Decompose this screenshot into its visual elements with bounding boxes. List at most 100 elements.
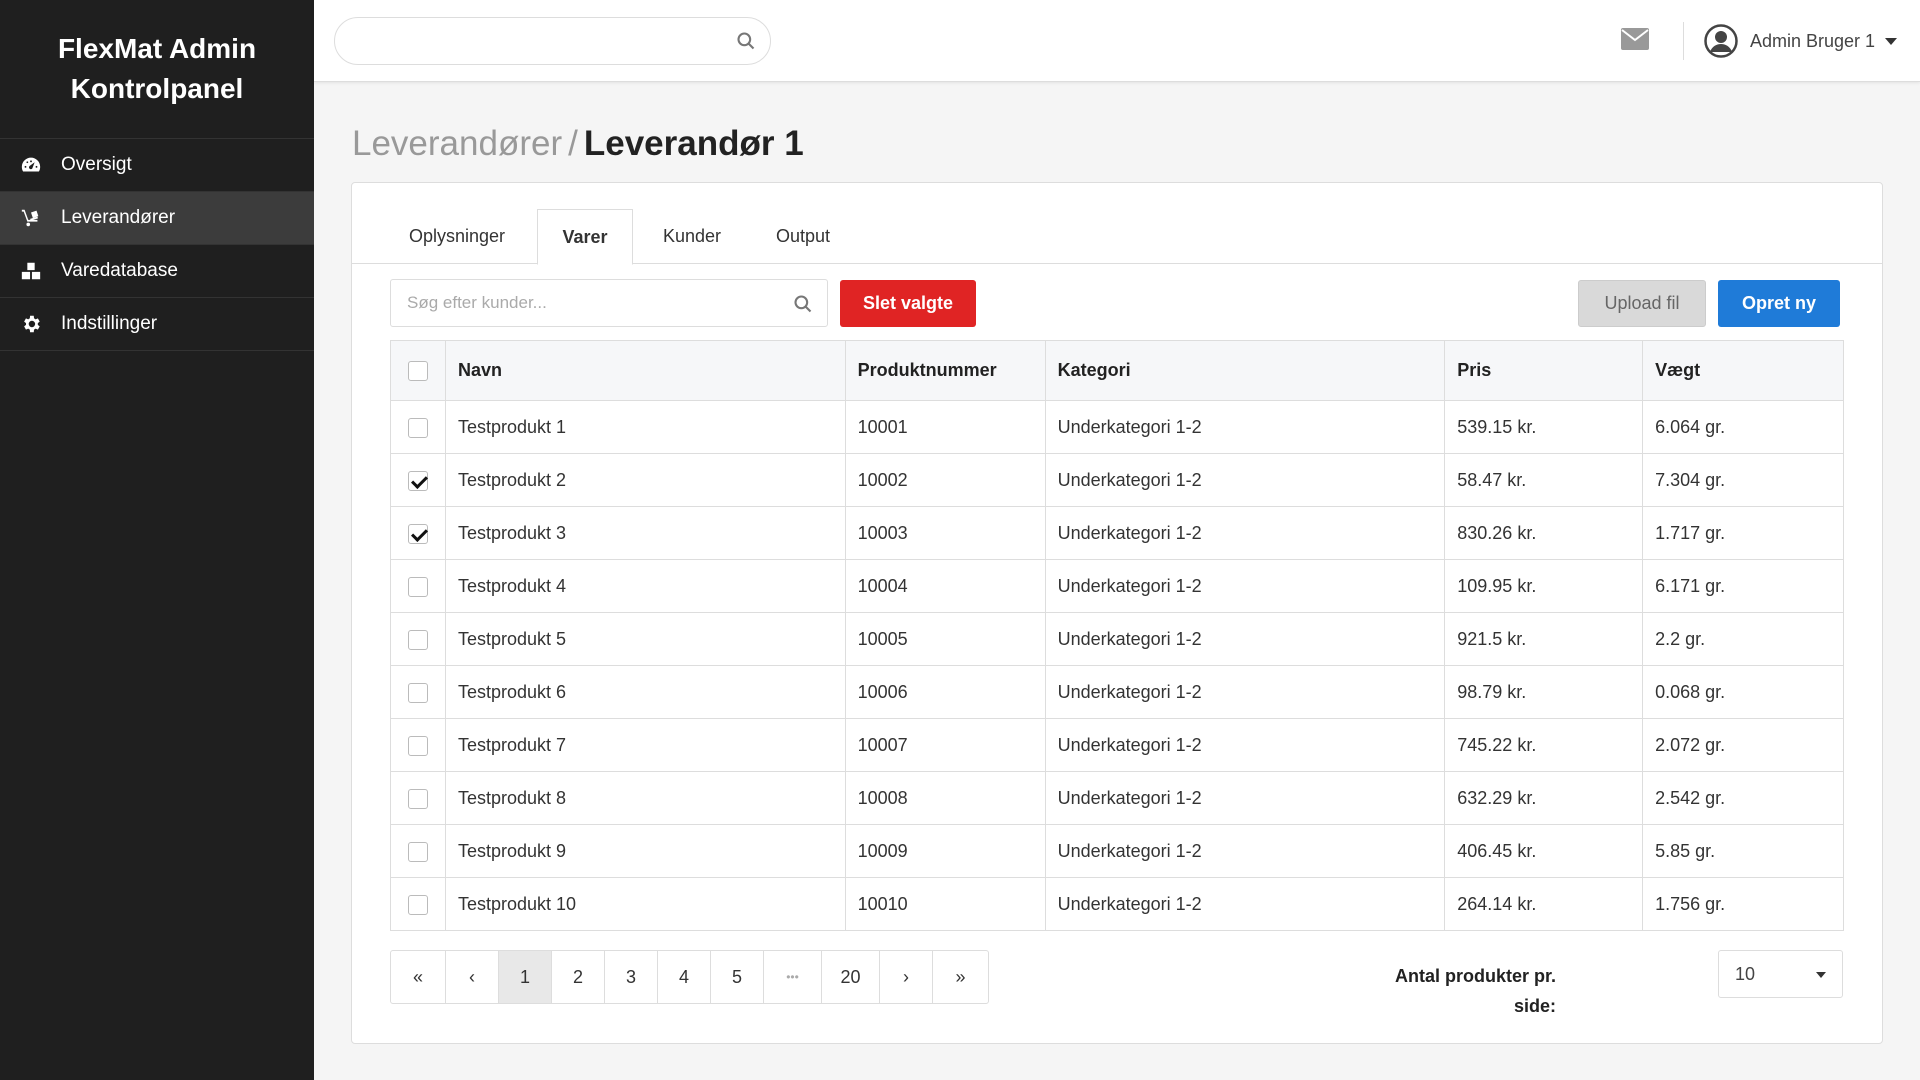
row-checkbox[interactable] [407, 735, 428, 756]
row-select-cell [390, 718, 446, 772]
pagination-ellipsis: ••• [764, 951, 822, 1003]
global-search-input[interactable] [353, 18, 733, 64]
supplier-card: Oplysninger Varer Kunder Output Slet val… [351, 182, 1883, 1044]
cell-weight: 0.068 gr. [1642, 665, 1844, 719]
table-row[interactable]: Testprodukt 8 10008 Underkategori 1-2 63… [390, 771, 1844, 825]
tab-varer[interactable]: Varer [537, 209, 633, 265]
cell-price: 406.45 kr. [1444, 824, 1644, 878]
cell-category: Underkategori 1-2 [1045, 665, 1446, 719]
cell-name: Testprodukt 9 [445, 824, 846, 878]
search-icon[interactable] [736, 31, 756, 51]
sidebar-item-varedatabase[interactable]: Varedatabase [0, 245, 314, 298]
row-checkbox[interactable] [407, 894, 428, 915]
delete-selected-button[interactable]: Slet valgte [840, 280, 976, 327]
table-row[interactable]: Testprodukt 1 10001 Underkategori 1-2 53… [390, 400, 1844, 454]
cell-price: 264.14 kr. [1444, 877, 1644, 931]
column-header-vaegt[interactable]: Vægt [1642, 340, 1844, 401]
sidebar-item-oversigt[interactable]: Oversigt [0, 139, 314, 192]
boxes-icon [20, 260, 42, 282]
row-checkbox[interactable] [407, 629, 428, 650]
search-icon[interactable] [793, 294, 813, 314]
row-checkbox[interactable] [407, 841, 428, 862]
tab-kunder[interactable]: Kunder [644, 209, 740, 264]
row-checkbox[interactable] [407, 470, 428, 491]
tab-output[interactable]: Output [755, 209, 851, 264]
row-checkbox[interactable] [407, 417, 428, 438]
table-row[interactable]: Testprodukt 4 10004 Underkategori 1-2 10… [390, 559, 1844, 613]
cell-price: 745.22 kr. [1444, 718, 1644, 772]
upload-file-button[interactable]: Upload fil [1578, 280, 1706, 327]
select-all-checkbox[interactable] [407, 361, 428, 382]
cell-category: Underkategori 1-2 [1045, 400, 1446, 454]
sidebar: FlexMat Admin Kontrolpanel Oversigt Leve… [0, 0, 314, 1080]
row-checkbox[interactable] [407, 576, 428, 597]
next-page-button[interactable]: › [880, 951, 933, 1003]
cell-number: 10010 [845, 877, 1046, 931]
mail-icon[interactable] [1621, 28, 1649, 50]
dolly-icon [20, 207, 42, 229]
table-row[interactable]: Testprodukt 2 10002 Underkategori 1-2 58… [390, 453, 1844, 507]
gear-icon [20, 313, 42, 335]
cell-weight: 5.85 gr. [1642, 824, 1844, 878]
cell-name: Testprodukt 8 [445, 771, 846, 825]
cell-number: 10005 [845, 612, 1046, 666]
page-button-5[interactable]: 5 [711, 951, 764, 1003]
cell-category: Underkategori 1-2 [1045, 877, 1446, 931]
last-page-button[interactable]: » [933, 951, 988, 1003]
cell-category: Underkategori 1-2 [1045, 771, 1446, 825]
per-page-value: 10 [1735, 963, 1756, 984]
pagination: « ‹ 1 2 3 4 5 ••• 20 › » [390, 950, 989, 1004]
sidebar-item-label: Indstillinger [61, 313, 158, 334]
page-button-2[interactable]: 2 [552, 951, 605, 1003]
cell-name: Testprodukt 6 [445, 665, 846, 719]
page-button-3[interactable]: 3 [605, 951, 658, 1003]
table-row[interactable]: Testprodukt 10 10010 Underkategori 1-2 2… [390, 877, 1844, 931]
sidebar-item-indstillinger[interactable]: Indstillinger [0, 298, 314, 351]
cell-price: 539.15 kr. [1444, 400, 1644, 454]
cell-price: 98.79 kr. [1444, 665, 1644, 719]
select-all-cell [390, 340, 446, 401]
cell-number: 10008 [845, 771, 1046, 825]
cell-number: 10009 [845, 824, 1046, 878]
sidebar-item-label: Leverandører [61, 207, 176, 228]
create-new-button[interactable]: Opret ny [1718, 280, 1840, 327]
cell-name: Testprodukt 1 [445, 400, 846, 454]
cell-price: 921.5 kr. [1444, 612, 1644, 666]
column-header-navn[interactable]: Navn [445, 340, 846, 401]
column-header-kategori[interactable]: Kategori [1045, 340, 1446, 401]
row-select-cell [390, 771, 446, 825]
table-row[interactable]: Testprodukt 5 10005 Underkategori 1-2 92… [390, 612, 1844, 666]
cell-category: Underkategori 1-2 [1045, 453, 1446, 507]
sidebar-item-label: Varedatabase [61, 260, 178, 281]
first-page-button[interactable]: « [391, 951, 446, 1003]
user-menu[interactable]: Admin Bruger 1 [1704, 22, 1898, 60]
row-select-cell [390, 559, 446, 613]
cell-weight: 1.756 gr. [1642, 877, 1844, 931]
row-checkbox[interactable] [407, 523, 428, 544]
column-header-produktnummer[interactable]: Produktnummer [845, 340, 1046, 401]
cell-weight: 2.542 gr. [1642, 771, 1844, 825]
cell-price: 109.95 kr. [1444, 559, 1644, 613]
brand-logo: FlexMat Admin Kontrolpanel [0, 0, 314, 139]
per-page-select[interactable]: 10 [1718, 950, 1843, 998]
cell-weight: 2.2 gr. [1642, 612, 1844, 666]
row-checkbox[interactable] [407, 788, 428, 809]
page-button-last[interactable]: 20 [822, 951, 880, 1003]
chevron-down-icon [1885, 37, 1898, 45]
page-button-1[interactable]: 1 [499, 951, 552, 1003]
product-search-input[interactable] [407, 280, 787, 326]
cell-category: Underkategori 1-2 [1045, 559, 1446, 613]
chevron-down-icon [1816, 972, 1826, 978]
row-checkbox[interactable] [407, 682, 428, 703]
prev-page-button[interactable]: ‹ [446, 951, 499, 1003]
tab-oplysninger[interactable]: Oplysninger [392, 209, 522, 264]
table-row[interactable]: Testprodukt 9 10009 Underkategori 1-2 40… [390, 824, 1844, 878]
breadcrumb-parent[interactable]: Leverandører [352, 124, 562, 163]
column-header-pris[interactable]: Pris [1444, 340, 1644, 401]
cell-number: 10007 [845, 718, 1046, 772]
page-button-4[interactable]: 4 [658, 951, 711, 1003]
table-row[interactable]: Testprodukt 6 10006 Underkategori 1-2 98… [390, 665, 1844, 719]
table-row[interactable]: Testprodukt 7 10007 Underkategori 1-2 74… [390, 718, 1844, 772]
table-row[interactable]: Testprodukt 3 10003 Underkategori 1-2 83… [390, 506, 1844, 560]
sidebar-item-leverandorer[interactable]: Leverandører [0, 192, 314, 245]
